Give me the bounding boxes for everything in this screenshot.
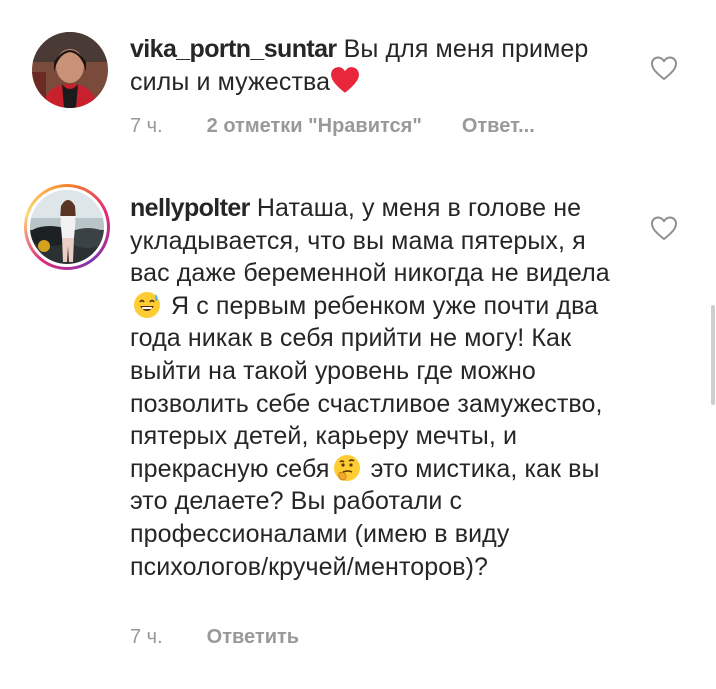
comment-username[interactable]: nellypolter xyxy=(130,194,250,222)
thinking-face-emoji xyxy=(333,454,360,481)
comments-list: vika_portn_suntar Вы для меня пример сил… xyxy=(0,0,716,689)
comment-username[interactable]: vika_portn_suntar xyxy=(130,35,337,63)
sweat-smile-emoji xyxy=(134,291,160,318)
scrollbar[interactable] xyxy=(711,305,715,405)
comment-text: nellypolter Наташа, у меня в голове не у… xyxy=(130,192,610,583)
comment-time: 7 ч. xyxy=(130,115,163,137)
comment-meta: 7 ч. Ответить xyxy=(130,626,299,649)
reply-button[interactable]: Ответ... xyxy=(462,115,535,137)
comment-time: 7 ч. xyxy=(130,626,163,648)
reply-button[interactable]: Ответить xyxy=(207,626,299,648)
comment-meta: 7 ч. 2 отметки "Нравится" Ответ... xyxy=(130,115,535,138)
avatar[interactable] xyxy=(32,32,108,108)
avatar[interactable] xyxy=(30,190,104,264)
red-heart-emoji xyxy=(331,66,360,93)
like-heart-icon[interactable] xyxy=(649,54,679,82)
like-heart-icon[interactable] xyxy=(649,214,679,242)
comment-text: vika_portn_suntar Вы для меня пример сил… xyxy=(130,33,610,98)
comment-likes[interactable]: 2 отметки "Нравится" xyxy=(207,115,422,137)
